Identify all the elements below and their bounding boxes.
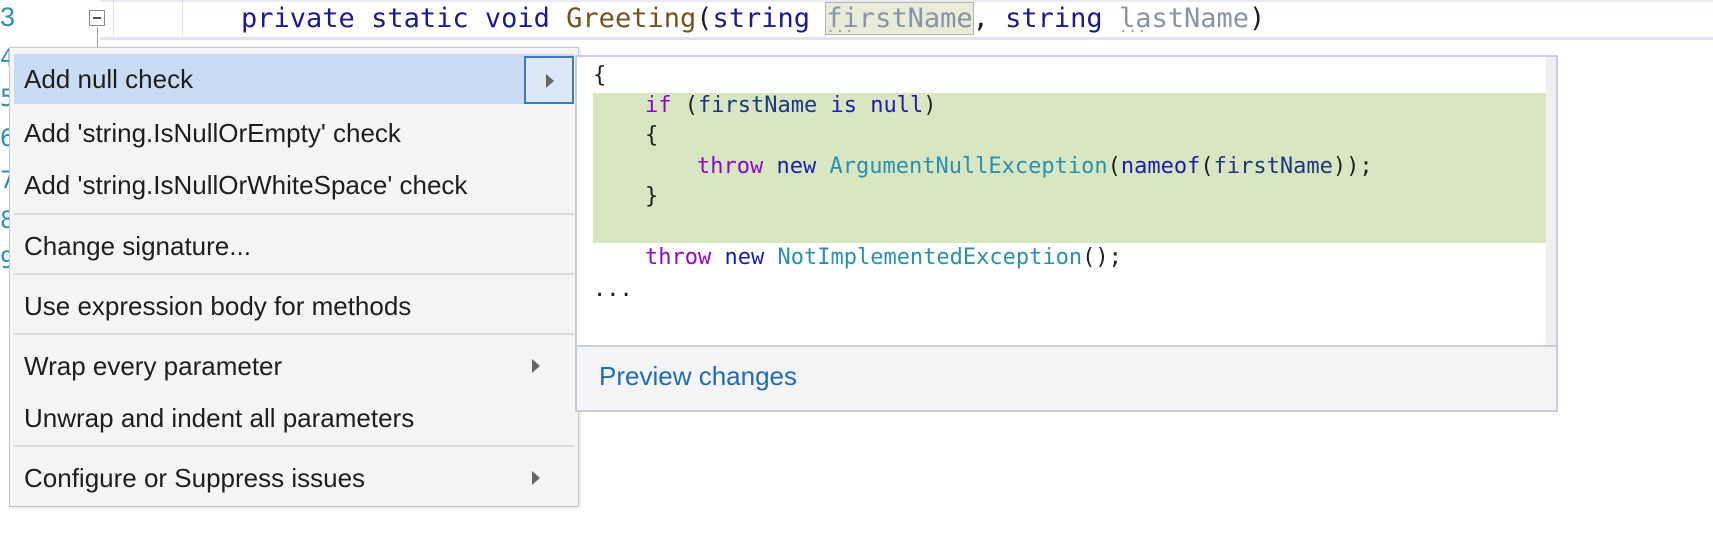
menu-separator	[14, 213, 574, 215]
paren: ();	[1082, 245, 1122, 270]
menu-item-change-signature[interactable]: Change signature...	[14, 221, 574, 271]
chevron-right-icon	[546, 74, 554, 88]
menu-separator	[14, 445, 574, 447]
type-name: ArgumentNullException	[829, 154, 1108, 179]
keyword-private: private	[241, 3, 355, 34]
indent-guide	[182, 0, 183, 40]
close-paren: )	[1249, 3, 1266, 34]
identifier: firstName	[1213, 154, 1333, 179]
keyword-void: void	[484, 3, 550, 34]
quick-actions-menu: Add null check Add 'string.IsNullOrEmpty…	[9, 47, 579, 507]
preview-scrollbar[interactable]	[1546, 57, 1556, 345]
menu-item-label: Configure or Suppress issues	[24, 463, 366, 493]
preview-line-ellipsis: ...	[593, 275, 633, 305]
keyword-if: if	[645, 93, 672, 118]
method-name: Greeting	[566, 3, 697, 34]
editor-code-line[interactable]: 3 private static void Greeting(string fi…	[0, 0, 1713, 47]
keyword-throw: throw	[697, 154, 764, 179]
outline-guide	[97, 27, 98, 47]
preview-changes-link[interactable]: Preview changes	[599, 361, 797, 392]
editor-line-border-bottom	[100, 37, 1713, 40]
keyword-null: null	[870, 93, 924, 118]
menu-item-label: Use expression body for methods	[24, 291, 412, 321]
open-paren: (	[696, 3, 713, 34]
chevron-right-icon	[532, 471, 540, 485]
param-type-2: string	[1005, 3, 1103, 34]
ellipsis: ...	[593, 277, 633, 302]
param-type-1: string	[712, 3, 811, 34]
menu-item-label: Add 'string.IsNullOrEmpty' check	[24, 118, 401, 148]
preview-line-if: if (firstName is null)	[645, 91, 936, 121]
menu-separator	[14, 273, 574, 275]
menu-item-configure-suppress[interactable]: Configure or Suppress issues	[14, 453, 574, 503]
menu-item-label: Change signature...	[24, 231, 251, 261]
preview-footer: Preview changes	[577, 345, 1556, 410]
submenu-expander[interactable]	[524, 56, 574, 104]
chevron-right-icon	[532, 359, 540, 373]
open-brace: {	[593, 63, 607, 88]
param-lastname[interactable]: lastName...	[1119, 3, 1249, 36]
preview-line-throw: throw new ArgumentNullException(nameof(f…	[697, 152, 1373, 182]
menu-item-label: Add 'string.IsNullOrWhiteSpace' check	[24, 170, 468, 200]
paren: (	[1200, 154, 1214, 179]
menu-item-label: Add null check	[24, 64, 194, 94]
collapse-icon[interactable]	[89, 10, 105, 26]
paren: (	[1107, 154, 1121, 179]
indent-guide	[113, 0, 114, 40]
menu-item-unwrap-parameters[interactable]: Unwrap and indent all parameters	[14, 393, 574, 443]
preview-line: {	[645, 121, 658, 151]
menu-item-add-isnullorempty[interactable]: Add 'string.IsNullOrEmpty' check	[14, 108, 574, 158]
preview-pane: { if (firstName is null) { throw new Arg…	[575, 55, 1558, 412]
preview-line: }	[645, 182, 658, 212]
paren: (	[684, 93, 698, 118]
menu-separator	[14, 333, 574, 335]
keyword-new: new	[776, 154, 817, 179]
keyword-new: new	[724, 245, 765, 270]
preview-code-area: { if (firstName is null) { throw new Arg…	[577, 57, 1556, 345]
preview-line: {	[593, 61, 606, 91]
identifier: firstName	[698, 93, 818, 118]
param-firstname[interactable]: firstName...	[825, 2, 974, 36]
menu-item-wrap-every-parameter[interactable]: Wrap every parameter	[14, 341, 574, 391]
menu-item-add-null-check[interactable]: Add null check	[14, 54, 574, 104]
line-number: 3	[0, 2, 16, 32]
keyword-static: static	[371, 3, 469, 34]
menu-item-expression-body[interactable]: Use expression body for methods	[14, 281, 574, 331]
menu-item-label: Unwrap and indent all parameters	[24, 403, 415, 433]
open-brace: {	[645, 123, 659, 148]
keyword-is: is	[830, 93, 857, 118]
keyword-throw: throw	[645, 245, 712, 270]
type-name: NotImplementedException	[777, 245, 1083, 270]
close-brace: }	[645, 184, 659, 209]
comma: ,	[972, 3, 989, 34]
paren: )	[923, 93, 937, 118]
menu-item-label: Wrap every parameter	[24, 351, 283, 381]
keyword-nameof: nameof	[1120, 154, 1201, 179]
paren: ));	[1332, 154, 1373, 179]
menu-item-add-isnullorwhitespace[interactable]: Add 'string.IsNullOrWhiteSpace' check	[14, 160, 574, 210]
preview-line-throw-notimpl: throw new NotImplementedException();	[645, 243, 1122, 273]
method-signature[interactable]: private static void Greeting(string firs…	[241, 2, 1265, 36]
